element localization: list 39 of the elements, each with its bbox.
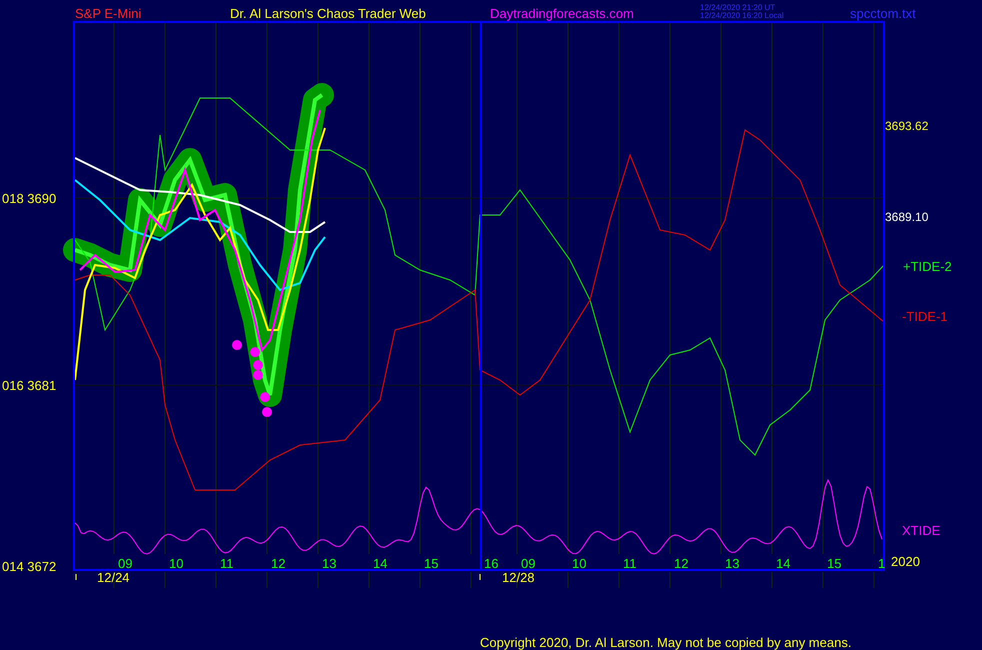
date-label: 12/24 [97,570,130,585]
hour-label: 09 [521,556,536,571]
price-label: 3693.62 [885,119,928,133]
hour-label: 11 [623,556,636,571]
axis-label: 014 3672 [2,559,56,574]
signal-dot [253,360,263,370]
hour-label: 11 [220,556,234,571]
legend-label: XTIDE [902,523,940,538]
hour-label: 13 [322,556,336,571]
legend-label: +TIDE-2 [903,259,952,274]
axis-label: 016 3681 [2,378,56,393]
hour-label: 13 [725,556,740,571]
chart-title: Dr. Al Larson's Chaos Trader Web [230,6,426,21]
hour-label: 14 [776,556,790,571]
hour-label: 12 [674,556,688,571]
hour-label: 16 [484,556,498,571]
axis-label: 018 3690 [2,191,56,206]
signal-dot [253,370,263,380]
hour-label: 10 [572,556,586,571]
timestamp: 12/24/2020 21:20 UT [700,3,776,12]
hour-label: 15 [424,556,438,571]
file-name: spcctom.txt [850,6,916,21]
signal-dot [262,407,272,417]
hour-label: 14 [373,556,388,571]
hour-label: 12 [271,556,286,571]
signal-dot [260,392,270,402]
price-label: 3689.10 [885,210,928,224]
timestamp: 12/24/2020 16:20 Local [700,11,784,20]
legend-label: -TIDE-1 [902,309,948,324]
signal-dot [232,340,242,350]
date-label: 12/28 [502,570,535,585]
hour-label: 15 [827,556,842,571]
site-name: Daytradingforecasts.com [490,6,634,21]
instrument-name: S&P E-Mini [75,6,142,21]
signal-dot [250,347,260,357]
year-label: 2020 [891,554,920,569]
copyright-text: Copyright 2020, Dr. Al Larson. May not be copied by any means. [480,635,852,650]
hour-label: 09 [118,556,132,571]
hour-label: 10 [169,556,184,571]
